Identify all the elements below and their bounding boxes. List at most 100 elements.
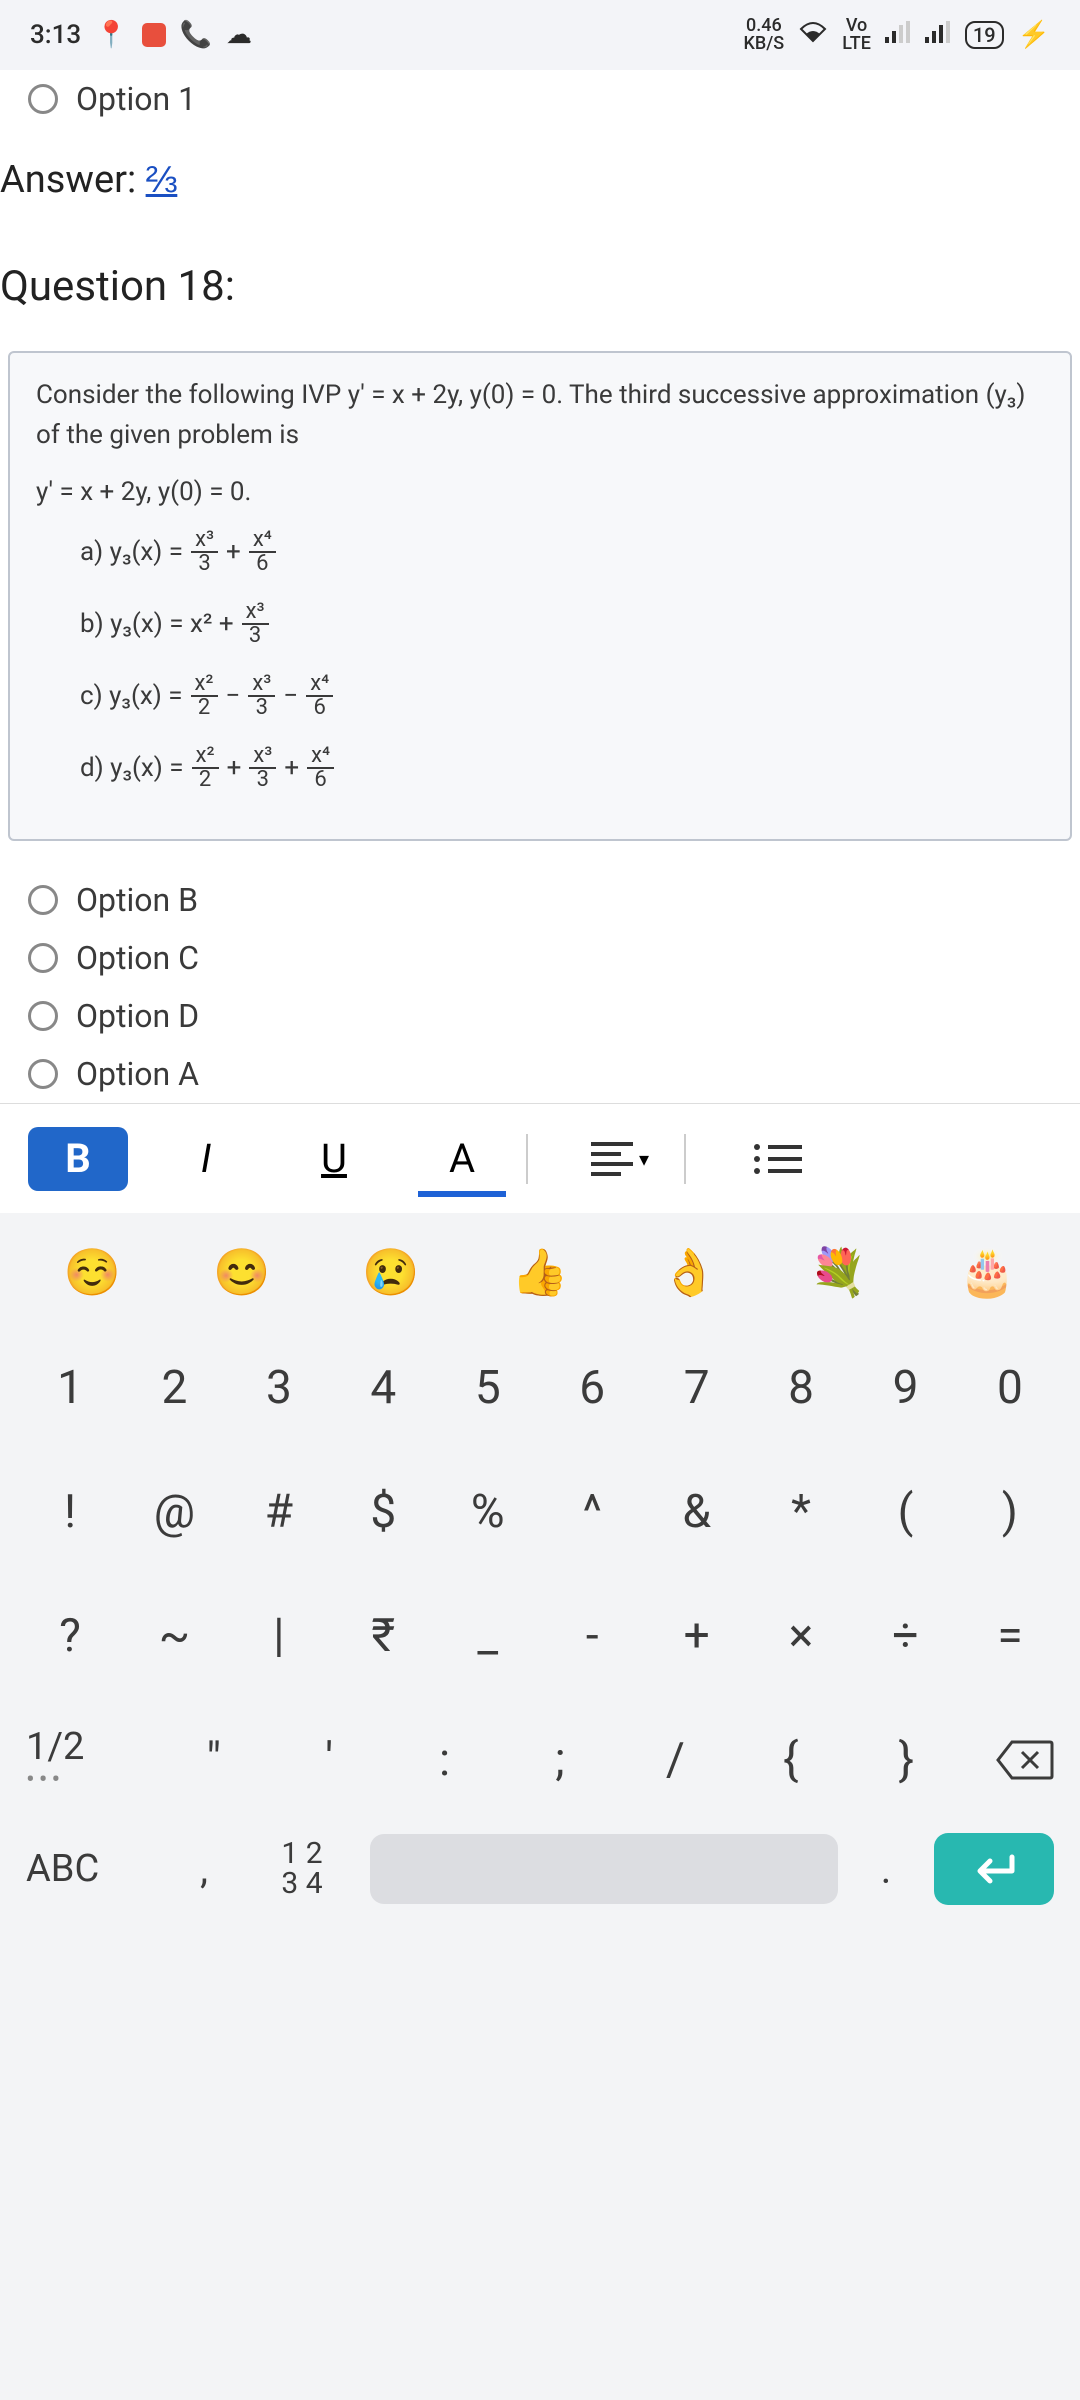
emoji-key[interactable]: 🎂 [943,1228,1031,1318]
location-icon: 📍 [95,20,127,50]
key-tilde[interactable]: ~ [130,1591,218,1681]
radio-label: Option C [76,939,199,977]
emoji-key[interactable]: 👌 [645,1228,733,1318]
key-percent[interactable]: % [444,1467,532,1557]
key-at[interactable]: @ [130,1467,218,1557]
phone-icon: 📞 [180,20,212,50]
enter-icon [968,1849,1020,1889]
align-left-icon [591,1142,633,1176]
key-lbrace[interactable]: { [747,1715,835,1805]
italic-button[interactable]: I [156,1127,256,1191]
key-8[interactable]: 8 [757,1343,845,1433]
key-semicolon[interactable]: ; [516,1715,604,1805]
emoji-key[interactable]: 😢 [347,1228,435,1318]
letters-toggle[interactable]: ABC [26,1847,156,1891]
editor-toolbar: B I U A ▾ [0,1103,1080,1213]
radio-option-c[interactable]: Option C [0,929,1080,987]
emoji-key[interactable]: ☺️ [49,1228,137,1318]
key-2[interactable]: 2 [130,1343,218,1433]
key-minus[interactable]: - [548,1591,636,1681]
key-pipe[interactable]: | [235,1591,323,1681]
align-button[interactable]: ▾ [570,1127,670,1191]
clock: 3:13 [30,20,81,50]
key-equals[interactable]: = [966,1591,1054,1681]
radio-icon [28,84,58,114]
answer-link[interactable]: ⅔ [146,158,178,202]
key-star[interactable]: * [757,1467,845,1557]
radio-option-b[interactable]: Option B [0,871,1080,929]
radio-option-1[interactable]: Option 1 [0,70,1080,128]
key-rupee[interactable]: ₹ [339,1591,427,1681]
choice-d: d) y₃(x) = x²2 + x³3 + x⁴6 [80,745,1044,791]
key-7[interactable]: 7 [653,1343,741,1433]
key-question[interactable]: ? [26,1591,114,1681]
answer-line: Answer: ⅔ [0,128,1080,222]
charging-icon: ⚡ [1018,20,1050,50]
text-color-button[interactable]: A [412,1127,512,1191]
key-exclaim[interactable]: ! [26,1467,114,1557]
number-row: 1 2 3 4 5 6 7 8 9 0 [0,1343,1080,1433]
key-underscore[interactable]: _ [444,1591,532,1681]
key-lparen[interactable]: ( [862,1467,950,1557]
bottom-row: ABC , 1 23 4 . [0,1833,1080,1931]
signal-icon-1 [885,20,911,50]
bullet-list-icon [754,1144,802,1174]
radio-option-a[interactable]: Option A [0,1045,1080,1103]
radio-label: Option B [76,881,198,919]
key-plus[interactable]: + [653,1591,741,1681]
key-divide[interactable]: ÷ [862,1591,950,1681]
emoji-key[interactable]: 😊 [198,1228,286,1318]
backspace-key[interactable] [964,1738,1054,1782]
key-rparen[interactable]: ) [966,1467,1054,1557]
key-hash[interactable]: # [235,1467,323,1557]
key-caret[interactable]: ^ [548,1467,636,1557]
key-rbrace[interactable]: } [862,1715,950,1805]
symbol-row-2: ? ~ | ₹ _ - + × ÷ = [0,1591,1080,1681]
net-speed: 0.46KB/S [744,17,785,53]
symbol-row-1: ! @ # $ % ^ & * ( ) [0,1467,1080,1557]
key-amp[interactable]: & [653,1467,741,1557]
emoji-suggestion-row: ☺️ 😊 😢 👍 👌 💐 🎂 [0,1213,1080,1333]
key-5[interactable]: 5 [444,1343,532,1433]
key-dquote[interactable]: " [170,1715,258,1805]
key-3[interactable]: 3 [235,1343,323,1433]
bullet-list-button[interactable] [728,1127,828,1191]
underline-button[interactable]: U [284,1127,384,1191]
key-0[interactable]: 0 [966,1343,1054,1433]
symbols-page-toggle[interactable]: 1/2 ••• [26,1725,156,1795]
separator [526,1134,528,1184]
key-colon[interactable]: : [401,1715,489,1805]
radio-label: Option 1 [76,80,196,118]
key-6[interactable]: 6 [548,1343,636,1433]
numpad-toggle[interactable]: 1 23 4 [252,1839,352,1899]
radio-icon [28,943,58,973]
key-9[interactable]: 9 [862,1343,950,1433]
radio-icon [28,1001,58,1031]
separator [684,1134,686,1184]
spacebar[interactable] [370,1834,838,1904]
chevron-down-icon: ▾ [639,1147,649,1171]
key-squote[interactable]: ' [285,1715,373,1805]
radio-option-d[interactable]: Option D [0,987,1080,1045]
emoji-key[interactable]: 👍 [496,1228,584,1318]
radio-label: Option A [76,1055,199,1093]
key-slash[interactable]: / [631,1715,719,1805]
key-comma[interactable]: , [174,1846,234,1893]
app-icon [142,23,166,47]
choice-b: b) y₃(x) = x² + x³3 [80,601,1044,647]
key-multiply[interactable]: × [757,1591,845,1681]
document-view[interactable]: Option 1 Answer: ⅔ Question 18: Consider… [0,70,1080,1103]
key-1[interactable]: 1 [26,1343,114,1433]
radio-icon [28,885,58,915]
battery-badge: 19 [965,21,1004,49]
soft-keyboard: ☺️ 😊 😢 👍 👌 💐 🎂 1 2 3 4 5 6 7 8 9 0 ! @ #… [0,1213,1080,2400]
signal-icon-2 [925,20,951,50]
enter-key[interactable] [934,1833,1054,1905]
key-4[interactable]: 4 [339,1343,427,1433]
key-period[interactable]: . [856,1846,916,1893]
network-label: VoLTE [842,17,871,53]
emoji-key[interactable]: 💐 [794,1228,882,1318]
backspace-icon [994,1738,1054,1782]
key-dollar[interactable]: $ [339,1467,427,1557]
bold-button[interactable]: B [28,1127,128,1191]
